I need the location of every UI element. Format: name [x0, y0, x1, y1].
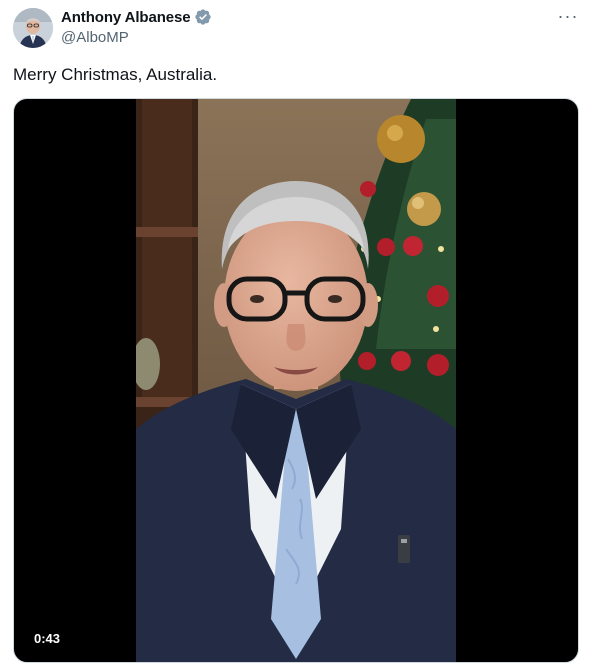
more-options-icon[interactable]: ··· — [557, 6, 579, 28]
video-duration: 0:43 — [28, 629, 67, 648]
video-frame — [136, 99, 456, 662]
tweet-text: Merry Christmas, Australia. — [13, 65, 218, 84]
verified-badge-icon — [194, 9, 211, 25]
author-name-text: Anthony Albanese — [61, 8, 191, 26]
avatar-image — [13, 8, 53, 48]
author-name[interactable]: Anthony Albanese — [61, 8, 212, 26]
video-player[interactable]: 0:43 — [13, 98, 579, 663]
video-still-image — [136, 99, 456, 662]
author-handle[interactable]: @AlboMP — [61, 29, 129, 46]
author-avatar[interactable] — [13, 8, 53, 48]
